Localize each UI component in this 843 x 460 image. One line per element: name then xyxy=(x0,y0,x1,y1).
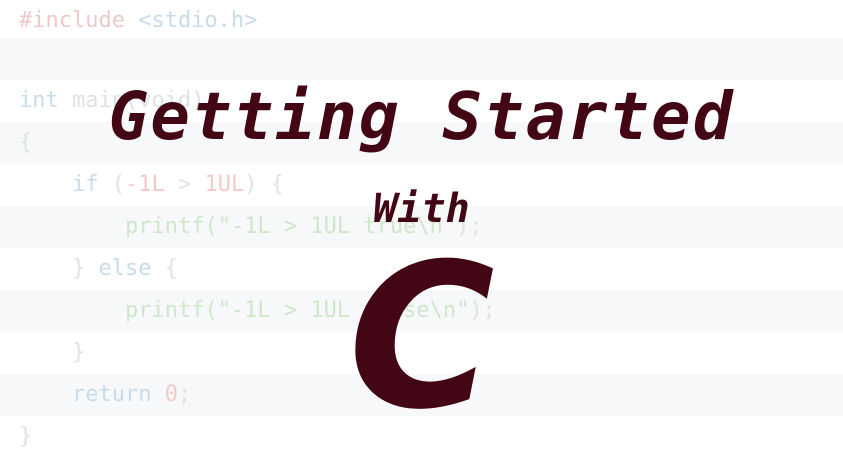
title-overlay: Getting Started With C xyxy=(0,0,843,460)
title-heading: Getting Started xyxy=(108,78,735,155)
title-language: C xyxy=(348,221,495,454)
